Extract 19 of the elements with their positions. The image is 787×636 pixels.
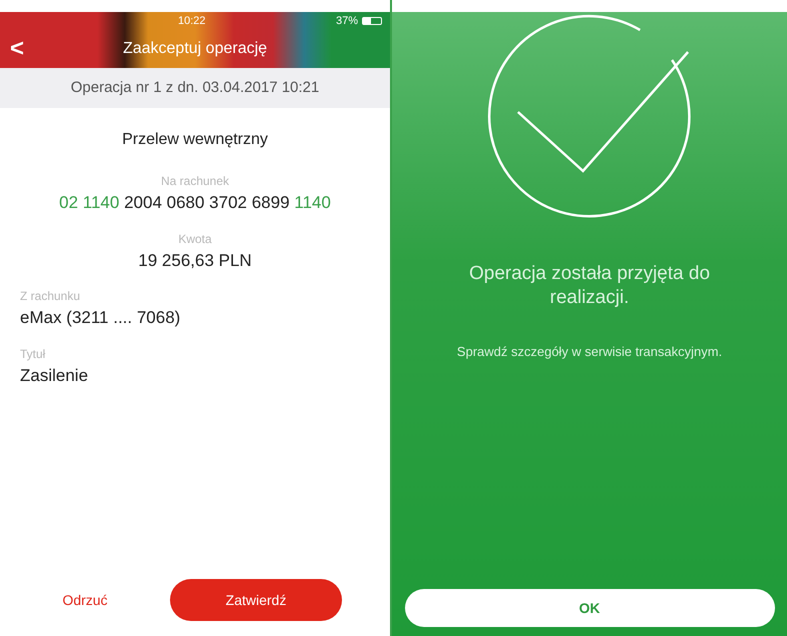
field-label: Tytuł bbox=[20, 346, 46, 362]
field-label: Z rachunku bbox=[20, 288, 80, 305]
field-value: 19 256,63 PLN bbox=[138, 250, 252, 272]
reject-button[interactable]: Odrzuć bbox=[30, 579, 140, 621]
battery-percent: 37% bbox=[336, 14, 358, 29]
confirm-button[interactable]: Zatwierdź bbox=[170, 579, 342, 621]
battery-icon bbox=[362, 17, 382, 25]
field-label: Kwota bbox=[178, 230, 212, 248]
ok-button[interactable]: OK bbox=[404, 589, 774, 627]
back-button[interactable]: < bbox=[10, 37, 24, 61]
details-note: Sprawdź szczegóły w serwisie transakcyjnym. bbox=[456, 343, 722, 361]
success-message: Operacja została przyjęta do realizacji. bbox=[468, 262, 711, 310]
account-number: 02 1140 2004 0680 3702 6899 1140 bbox=[59, 192, 331, 214]
transfer-type: Przelew wewnętrzny bbox=[122, 130, 268, 150]
field-value: eMax (3211 .... 7068) bbox=[20, 307, 180, 329]
field-value: Zasilenie bbox=[20, 364, 88, 386]
status-time: 10:22 bbox=[178, 14, 206, 29]
operation-info: Operacja nr 1 z dn. 03.04.2017 10:21 bbox=[70, 78, 320, 98]
field-label: Na rachunek bbox=[160, 173, 230, 190]
